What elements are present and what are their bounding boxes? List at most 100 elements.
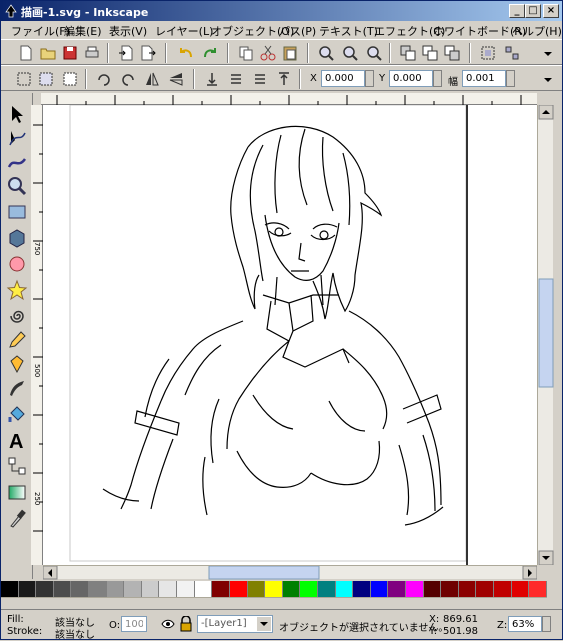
zoom-drawing-icon[interactable] [341, 44, 359, 62]
palette-swatch[interactable] [423, 581, 442, 597]
palette-swatch[interactable] [494, 581, 512, 597]
raise-icon[interactable] [251, 70, 269, 88]
x-input[interactable] [321, 70, 365, 87]
vertical-scrollbar[interactable] [537, 105, 554, 565]
palette-swatch[interactable] [353, 581, 371, 597]
deselect-icon[interactable] [61, 70, 79, 88]
y-input[interactable] [389, 70, 433, 87]
palette-swatch[interactable] [247, 581, 266, 597]
palette-swatch[interactable] [124, 581, 142, 597]
minimize-button[interactable]: _ [509, 4, 525, 18]
toolbar-overflow-icon[interactable] [539, 44, 557, 62]
palette-swatch[interactable] [529, 581, 547, 597]
zoom-page-icon[interactable] [365, 44, 383, 62]
palette-swatch[interactable] [159, 581, 178, 597]
calligraphy-tool-icon[interactable] [6, 377, 28, 399]
palette-swatch[interactable] [71, 581, 90, 597]
palette-swatch[interactable] [388, 581, 407, 597]
close-button[interactable]: × [543, 4, 559, 18]
3d-box-tool-icon[interactable] [6, 227, 28, 249]
rotate-cw-icon[interactable] [119, 70, 137, 88]
zoom-tool-icon[interactable] [6, 175, 28, 197]
palette-swatch[interactable] [194, 581, 213, 597]
maximize-button[interactable]: □ [525, 4, 541, 18]
layer-dropdown[interactable]: -[Layer1] [197, 615, 273, 633]
unlink-clone-icon[interactable] [443, 44, 461, 62]
selector-tool-icon[interactable] [6, 103, 28, 125]
palette-swatch[interactable] [441, 581, 459, 597]
dropper-tool-icon[interactable] [6, 507, 28, 529]
horizontal-scrollbar[interactable] [43, 565, 537, 580]
palette-scrollbar[interactable] [1, 597, 547, 607]
new-document-icon[interactable] [17, 44, 35, 62]
flip-horizontal-icon[interactable] [143, 70, 161, 88]
rectangle-tool-icon[interactable] [6, 201, 28, 223]
palette-swatch[interactable] [458, 581, 477, 597]
palette-swatch[interactable] [229, 581, 248, 597]
rotate-ccw-icon[interactable] [95, 70, 113, 88]
menu-edit[interactable]: 編集(E) [64, 23, 102, 39]
palette-swatch[interactable] [1, 581, 19, 597]
opacity-input[interactable] [121, 616, 147, 632]
duplicate-icon[interactable] [399, 44, 417, 62]
star-tool-icon[interactable] [6, 279, 28, 301]
palette-swatch[interactable] [370, 581, 389, 597]
lock-icon[interactable] [179, 616, 193, 632]
palette-swatch[interactable] [300, 581, 318, 597]
menu-text[interactable]: テキスト(T) [319, 23, 378, 39]
ellipse-tool-icon[interactable] [6, 253, 28, 275]
print-icon[interactable] [83, 44, 101, 62]
zoom-selection-icon[interactable] [317, 44, 335, 62]
palette-swatch[interactable] [511, 581, 530, 597]
ungroup-icon[interactable] [503, 44, 521, 62]
y-spinner[interactable] [433, 70, 442, 87]
zoom-spinner[interactable] [542, 616, 551, 632]
import-icon[interactable] [117, 44, 135, 62]
lower-to-bottom-icon[interactable] [203, 70, 221, 88]
pencil-tool-icon[interactable] [6, 329, 28, 351]
clone-icon[interactable] [421, 44, 439, 62]
spiral-tool-icon[interactable] [6, 305, 28, 327]
export-icon[interactable] [139, 44, 157, 62]
palette-swatch[interactable] [106, 581, 125, 597]
visibility-eye-icon[interactable] [161, 617, 175, 631]
paste-icon[interactable] [281, 44, 299, 62]
menu-help[interactable]: ヘルプ(H) [512, 23, 562, 39]
menu-view[interactable]: 表示(V) [109, 23, 147, 39]
pen-tool-icon[interactable] [6, 353, 28, 375]
text-tool-icon[interactable]: A [6, 429, 28, 451]
node-tool-icon[interactable] [6, 127, 28, 149]
tweak-tool-icon[interactable] [6, 151, 28, 173]
palette-swatch[interactable] [476, 581, 495, 597]
palette-swatch[interactable] [177, 581, 195, 597]
palette-swatch[interactable] [317, 581, 336, 597]
zoom-input[interactable] [508, 616, 542, 632]
paint-bucket-tool-icon[interactable] [6, 403, 28, 425]
stroke-value[interactable]: 該当なし [55, 626, 95, 641]
palette-swatch[interactable] [36, 581, 54, 597]
menu-file[interactable]: ファイル(F) [11, 23, 70, 39]
width-spinner[interactable] [506, 70, 515, 87]
palette-swatch[interactable] [282, 581, 301, 597]
copy-icon[interactable] [237, 44, 255, 62]
width-input[interactable] [462, 70, 506, 87]
lower-icon[interactable] [227, 70, 245, 88]
palette-swatch[interactable] [89, 581, 107, 597]
open-icon[interactable] [39, 44, 57, 62]
drawing-canvas[interactable] [43, 105, 537, 565]
palette-swatch[interactable] [335, 581, 354, 597]
raise-to-top-icon[interactable] [275, 70, 293, 88]
connector-tool-icon[interactable] [6, 455, 28, 477]
palette-swatch[interactable] [141, 581, 160, 597]
save-icon[interactable] [61, 44, 79, 62]
x-spinner[interactable] [365, 70, 374, 87]
select-all-layers-icon[interactable] [37, 70, 55, 88]
palette-swatch[interactable] [53, 581, 72, 597]
flip-vertical-icon[interactable] [167, 70, 185, 88]
title-bar[interactable]: 描画-1.svg - Inkscape _ □ × [1, 1, 562, 21]
undo-icon[interactable] [177, 44, 195, 62]
toolbar-overflow-icon[interactable] [539, 70, 557, 88]
palette-swatch[interactable] [18, 581, 37, 597]
menu-path[interactable]: パス(P) [279, 23, 316, 39]
palette-swatch[interactable] [212, 581, 230, 597]
